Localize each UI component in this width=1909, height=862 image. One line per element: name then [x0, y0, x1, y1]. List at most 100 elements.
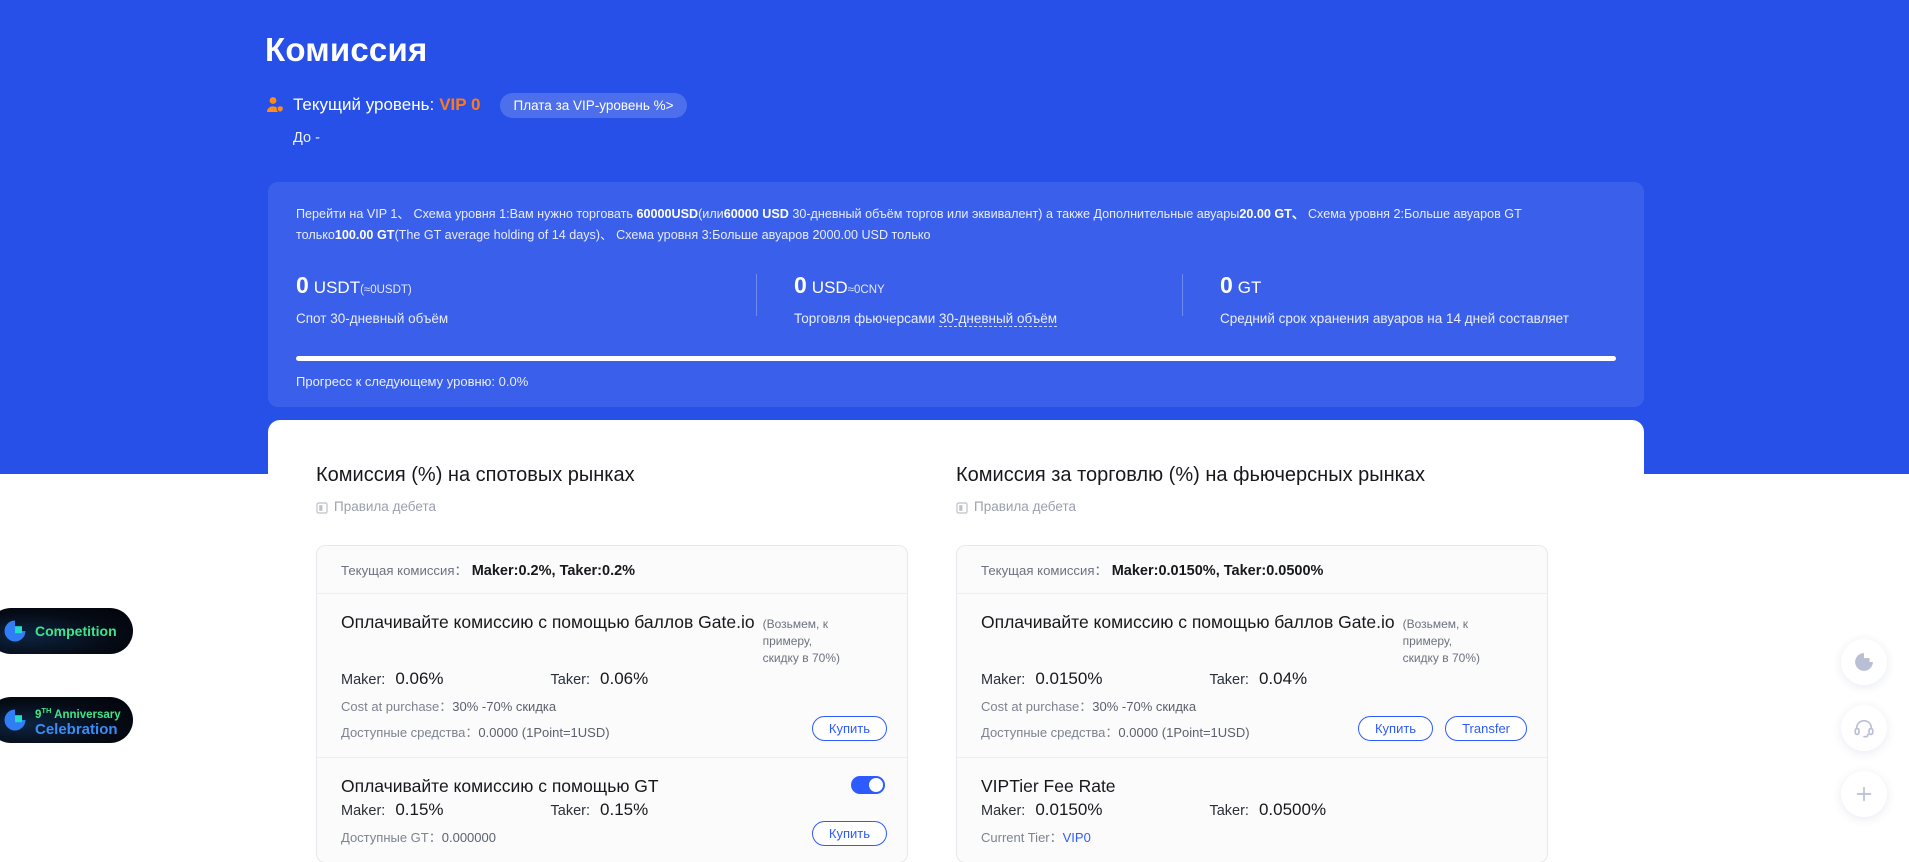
anniversary-badge[interactable]: 9TH Anniversary Celebration	[0, 697, 133, 743]
progress-label: Прогресс к следующему уровню: 0.0%	[296, 374, 529, 389]
gate-logo-fab-button[interactable]	[1841, 639, 1887, 685]
stat-spot-subvalue: (≈0USDT)	[360, 284, 412, 296]
futures-tier-current-label: Current Tier：	[981, 830, 1063, 845]
document-icon	[316, 501, 328, 514]
futures-debit-rules-link[interactable]: Правила дебета	[956, 499, 1596, 514]
stat-spot-value-row: 0 USDT(≈0USDT)	[296, 272, 756, 299]
futures-points-taker-value: 0.04%	[1258, 669, 1308, 688]
page-header: Комиссия Текущий уровень: VIP 0 Плата за…	[265, 28, 1645, 146]
spot-points-actions: Купить	[811, 716, 887, 741]
futures-current-fee-label: Текущая комиссия：	[981, 563, 1108, 578]
vip-stats-row: 0 USDT(≈0USDT) Спот 30-дневный объём 0 USD…	[296, 272, 1616, 328]
futures-tier-current-value[interactable]: VIP0	[1063, 830, 1091, 845]
spot-gt-available-row: Доступные GT：0.000000	[341, 827, 883, 846]
vip-progress-panel: Перейти на VIP 1、 Схема уровня 1:Вам нуж…	[268, 182, 1644, 407]
spot-debit-rules-label: Правила дебета	[334, 499, 436, 514]
spot-points-cost-label: Cost at purchase：	[341, 699, 453, 714]
spot-points-title-row: Оплачивайте комиссию с помощью баллов Ga…	[341, 610, 883, 667]
page-root: Комиссия Текущий уровень: VIP 0 Плата за…	[0, 0, 1909, 862]
futures-points-cost-label: Cost at purchase：	[981, 699, 1093, 714]
vip-user-icon	[265, 95, 285, 115]
futures-points-title-row: Оплачивайте комиссию с помощью баллов Ga…	[981, 610, 1523, 667]
spot-fee-box: Текущая комиссия： Maker:0.2%, Taker:0.2%…	[316, 545, 908, 862]
competition-badge[interactable]: Competition	[0, 608, 133, 654]
current-level-value: VIP 0	[439, 95, 481, 114]
upgrade-amount-1: 60000USD	[636, 207, 699, 221]
spot-points-taker: Taker: 0.06%	[551, 669, 649, 689]
upgrade-text-part5: (The GT average holding of 14 days)、 Схе…	[394, 228, 931, 242]
spot-points-cost-row: Cost at purchase：30% -70% скидка	[341, 696, 883, 715]
futures-points-buy-button[interactable]: Купить	[1357, 716, 1434, 741]
futures-tier-title: VIPTier Fee Rate	[981, 776, 1116, 796]
anniversary-badge-line2: Celebration	[35, 721, 118, 739]
spot-current-fee-row: Текущая комиссия： Maker:0.2%, Taker:0.2%	[317, 546, 907, 594]
page-title: Комиссия	[265, 31, 428, 68]
spot-gt-buy-button[interactable]: Купить	[811, 821, 887, 846]
spot-gt-actions: Купить	[811, 821, 887, 846]
futures-points-actions: Купить Transfer	[1357, 716, 1527, 741]
spot-points-taker-value: 0.06%	[600, 669, 649, 688]
stat-futures-desc-tooltip[interactable]: 30-дневный объём	[939, 311, 1057, 327]
spot-gt-title-row: Оплачивайте комиссию с помощью GT	[341, 774, 883, 798]
futures-points-taker: Taker: 0.04%	[1209, 669, 1307, 689]
vip-fee-rate-button[interactable]: Плата за VIP-уровень %>	[500, 92, 687, 118]
futures-tier-section: VIPTier Fee Rate Maker: 0.0150% Taker: 0…	[957, 758, 1547, 862]
stat-futures-description: Торговля фьючерсами 30-дневный объём	[794, 309, 1182, 328]
spot-points-maker-value: 0.06%	[395, 669, 444, 688]
futures-points-note: (Возьмем, к примеру, скидку в 70%)	[1402, 617, 1480, 665]
competition-badge-label: Competition	[35, 623, 117, 639]
add-fab-button[interactable]	[1841, 771, 1887, 817]
futures-tier-taker: Taker: 0.0500%	[1209, 800, 1326, 820]
anniversary-ordinal: TH	[41, 705, 52, 715]
stat-futures-unit: USD	[811, 278, 848, 297]
futures-fees-column: Комиссия за торговлю (%) на фьючерсных р…	[956, 462, 1596, 862]
futures-current-fee-row: Текущая комиссия： Maker:0.0150%, Taker:0…	[957, 546, 1547, 594]
spot-gt-maker-label: Maker:	[341, 803, 386, 819]
document-icon	[956, 501, 968, 514]
stat-spot-volume: 0 USDT(≈0USDT) Спот 30-дневный объём	[296, 272, 756, 328]
current-level-row: Текущий уровень: VIP 0 Плата за VIP-уров…	[265, 92, 1645, 118]
spot-points-buy-button[interactable]: Купить	[811, 716, 887, 741]
upgrade-amount-2: 60000 USD	[723, 207, 789, 221]
stat-futures-volume: 0 USD≈0CNY Торговля фьючерсами 30-дневный…	[756, 272, 1182, 328]
futures-tier-taker-label: Taker:	[1209, 803, 1249, 819]
gate-logo-icon	[2, 707, 28, 733]
stat-gt-number: 0	[1220, 272, 1233, 298]
spot-gt-taker: Taker: 0.15%	[551, 800, 649, 820]
stat-futures-desc-text: Торговля фьючерсами	[794, 311, 939, 326]
futures-points-taker-label: Taker:	[1209, 672, 1249, 688]
gate-logo-icon	[2, 618, 28, 644]
futures-points-available-label: Доступные средства：	[981, 725, 1119, 740]
futures-points-cost-value: 30% -70% скидка	[1092, 699, 1197, 714]
spot-debit-rules-link[interactable]: Правила дебета	[316, 499, 956, 514]
anniversary-badge-labels: 9TH Anniversary Celebration	[35, 703, 121, 738]
futures-points-transfer-button[interactable]: Transfer	[1445, 716, 1527, 741]
spot-gt-toggle[interactable]	[851, 776, 885, 794]
spot-points-cost-value: 30% -70% скидка	[452, 699, 557, 714]
futures-points-cost-row: Cost at purchase：30% -70% скидка	[981, 696, 1523, 715]
futures-points-rates-row: Maker: 0.0150% Taker: 0.04%	[981, 669, 1523, 689]
futures-tier-title-row: VIPTier Fee Rate	[981, 774, 1523, 798]
spot-current-fee-value: Maker:0.2%, Taker:0.2%	[471, 563, 636, 579]
spot-gt-rates-row: Maker: 0.15% Taker: 0.15%	[341, 800, 883, 820]
futures-fee-box: Текущая комиссия： Maker:0.0150%, Taker:0…	[956, 545, 1548, 862]
headset-support-icon	[1853, 717, 1875, 739]
spot-gt-available-label: Доступные GT：	[341, 830, 442, 845]
futures-current-fee-value: Maker:0.0150%, Taker:0.0500%	[1111, 563, 1324, 579]
support-fab-button[interactable]	[1841, 705, 1887, 751]
spot-points-maker: Maker: 0.06%	[341, 669, 444, 689]
futures-points-maker-value: 0.0150%	[1035, 669, 1103, 688]
futures-section-title: Комиссия за торговлю (%) на фьючерсных р…	[956, 464, 1425, 486]
futures-tier-maker-label: Maker:	[981, 803, 1026, 819]
upgrade-amount-3: 20.00 GT、	[1239, 207, 1305, 221]
upgrade-requirements-text: Перейти на VIP 1、 Схема уровня 1:Вам нуж…	[296, 204, 1596, 246]
spot-section-title: Комиссия (%) на спотовых рынках	[316, 464, 635, 486]
upgrade-text-part2: (или	[698, 207, 724, 221]
spot-points-section: Оплачивайте комиссию с помощью баллов Ga…	[317, 594, 907, 758]
spot-points-available-label: Доступные средства：	[341, 725, 479, 740]
upgrade-text-part1: Перейти на VIP 1、 Схема уровня 1:Вам нуж…	[296, 207, 637, 221]
spot-points-available-row: Доступные средства：0.0000 (1Point=1USD)	[341, 722, 883, 741]
valid-until-text: До -	[293, 130, 320, 146]
stat-gt-unit: GT	[1237, 278, 1262, 297]
spot-gt-taker-value: 0.15%	[600, 800, 649, 819]
